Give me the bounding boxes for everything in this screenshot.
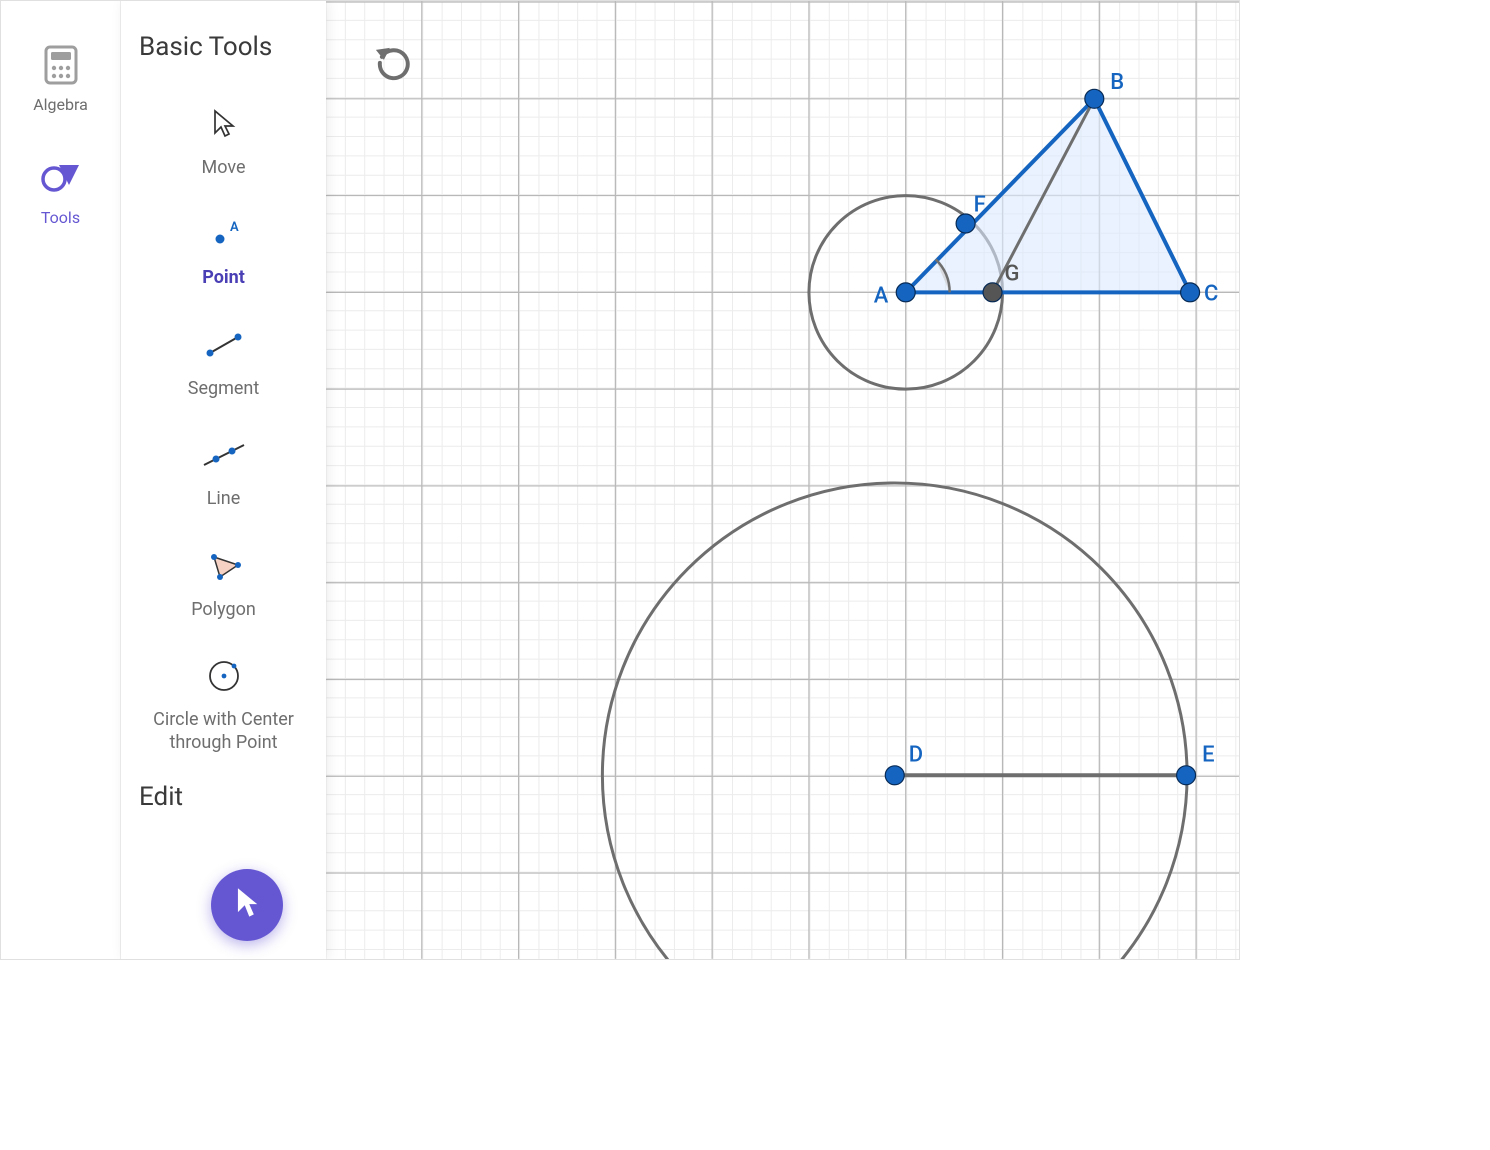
tool-polygon[interactable]: Polygon — [131, 529, 316, 640]
rail-label: Algebra — [33, 95, 88, 114]
tools-panel: Basic Tools Move A Point Segment Line — [121, 1, 326, 959]
tool-label: Move — [194, 157, 254, 180]
point-label-E: E — [1202, 742, 1214, 767]
point-G[interactable] — [983, 283, 1002, 302]
point-label-G: G — [1005, 261, 1020, 286]
shapes-icon — [37, 154, 85, 202]
fab-move[interactable] — [211, 869, 283, 941]
point-label-B: B — [1110, 70, 1124, 95]
rail-item-tools[interactable]: Tools — [37, 154, 85, 227]
svg-text:A: A — [230, 221, 239, 235]
tool-label: Segment — [180, 378, 268, 401]
calculator-icon — [37, 41, 85, 89]
tool-label: Circle with Center through Point — [131, 709, 316, 754]
line-icon — [201, 432, 247, 478]
circle-icon — [201, 653, 247, 699]
edit-heading: Edit — [139, 782, 316, 812]
point-A[interactable] — [896, 283, 915, 302]
tool-label: Point — [194, 267, 253, 290]
arrow-cursor-icon — [232, 886, 262, 924]
view-rail: Algebra Tools — [1, 1, 121, 959]
point-D[interactable] — [885, 766, 904, 785]
tool-circle[interactable]: Circle with Center through Point — [131, 639, 316, 772]
tool-move[interactable]: Move — [131, 87, 316, 198]
rail-label: Tools — [41, 208, 80, 227]
tool-point[interactable]: A Point — [131, 197, 316, 308]
rail-item-algebra[interactable]: Algebra — [33, 41, 88, 114]
tool-segment[interactable]: Segment — [131, 308, 316, 419]
tool-label: Line — [199, 488, 249, 511]
point-C[interactable] — [1181, 283, 1200, 302]
point-label-C: C — [1204, 281, 1218, 306]
point-F[interactable] — [956, 214, 975, 233]
point-label-A: A — [874, 283, 889, 308]
segment-icon — [201, 322, 247, 368]
point-label-F: F — [974, 193, 986, 218]
cursor-icon — [201, 101, 247, 147]
point-icon: A — [201, 211, 247, 257]
point-E[interactable] — [1177, 766, 1196, 785]
panel-title: Basic Tools — [139, 31, 316, 65]
tool-line[interactable]: Line — [131, 418, 316, 529]
tool-label: Polygon — [183, 599, 264, 622]
polygon-icon — [201, 543, 247, 589]
geometry-canvas[interactable]: A B C F G D E — [326, 1, 1239, 959]
canvas-svg[interactable]: A B C F G D E — [326, 1, 1239, 959]
point-label-D: D — [909, 742, 923, 767]
point-B[interactable] — [1085, 89, 1104, 108]
